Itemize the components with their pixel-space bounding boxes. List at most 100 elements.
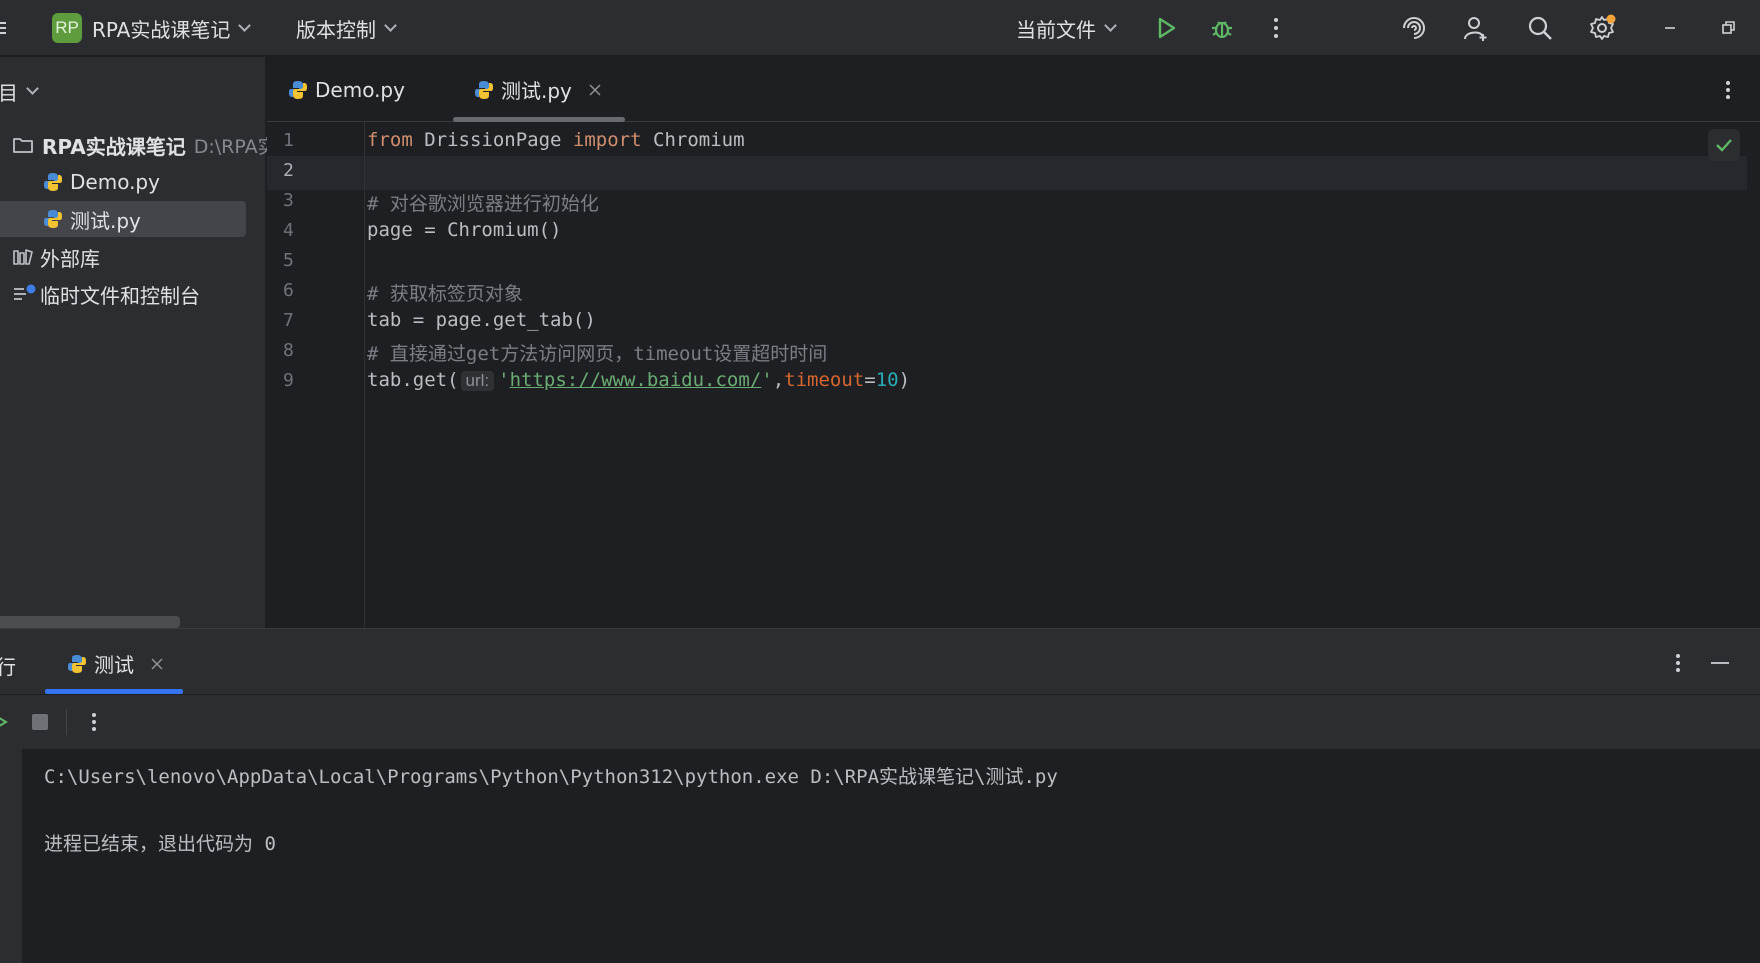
run-icon[interactable] — [1152, 14, 1180, 42]
editor-tab-bar: Demo.py 测试.py — [267, 57, 1760, 122]
current-line-highlight — [267, 156, 1747, 190]
project-root-name: RPA实战课笔记 — [42, 134, 186, 159]
code-comment[interactable]: # 直接通过get方法访问网页，timeout设置超时时间 — [367, 339, 827, 366]
close-icon[interactable] — [588, 83, 602, 97]
hide-panel-icon[interactable] — [1708, 651, 1732, 675]
run-panel-title: 行 — [0, 655, 16, 679]
active-tab-indicator — [453, 117, 625, 122]
external-libs-label: 外部库 — [40, 246, 100, 271]
tree-item-file[interactable]: Demo.py — [42, 164, 160, 200]
editor-area: Demo.py 测试.py 1 2 3 4 5 6 7 8 9 from Dri… — [267, 57, 1760, 628]
paren-close: ) — [898, 369, 911, 391]
code-comment[interactable]: # 获取标签页对象 — [367, 279, 523, 306]
keyword: from — [367, 129, 413, 151]
project-name: RPA实战课笔记 — [92, 17, 231, 42]
code-line[interactable]: from DrissionPage import Chromium — [367, 129, 745, 151]
keyword: import — [572, 129, 642, 151]
chevron-down-icon — [26, 82, 39, 95]
code-with-me-icon[interactable] — [1462, 14, 1490, 42]
code-line[interactable]: page = Chromium() — [367, 219, 561, 241]
debug-icon[interactable] — [1208, 14, 1236, 42]
identifier: Chromium — [641, 129, 745, 151]
tree-item-project-root[interactable]: RPA实战课笔记 D:\RPA实 — [12, 127, 277, 163]
scratches-icon — [14, 284, 36, 300]
python-file-icon — [289, 80, 307, 99]
python-file-icon — [44, 173, 62, 191]
line-number: 2 — [283, 160, 294, 181]
project-panel-title: 目 — [0, 81, 18, 105]
more-vertical-icon[interactable] — [1668, 649, 1688, 677]
run-tab-label: 测试 — [94, 653, 134, 677]
python-file-icon — [44, 210, 62, 228]
rerun-icon[interactable] — [0, 710, 10, 734]
line-number: 8 — [283, 340, 294, 361]
minimize-icon[interactable] — [1656, 14, 1684, 42]
line-number: 5 — [283, 250, 294, 271]
tree-item-external-libraries[interactable]: 外部库 — [12, 239, 100, 275]
run-tab-test[interactable]: 测试 — [66, 649, 164, 678]
project-view-selector[interactable]: 目 — [0, 77, 39, 106]
close-icon[interactable] — [150, 657, 164, 671]
checkmark-icon — [1716, 139, 1732, 152]
active-run-tab-indicator — [45, 689, 183, 694]
horizontal-scrollbar[interactable] — [0, 616, 180, 628]
comma: , — [772, 369, 785, 391]
python-file-icon — [475, 80, 493, 99]
url-link[interactable]: https://www.baidu.com/ — [510, 369, 762, 391]
stop-icon[interactable] — [29, 711, 51, 733]
toolbar-divider — [66, 709, 67, 735]
scratches-label: 临时文件和控制台 — [40, 283, 200, 308]
file-name: Demo.py — [70, 170, 160, 194]
line-number: 4 — [283, 220, 294, 241]
chevron-down-icon — [1104, 18, 1117, 32]
tab-label: Demo.py — [315, 77, 405, 102]
line-number: 3 — [283, 190, 294, 211]
keyword-argument: timeout — [784, 369, 865, 391]
vcs-menu[interactable]: 版本控制 — [296, 0, 397, 56]
file-name: 测试.py — [70, 208, 141, 233]
settings-gear-icon[interactable] — [1588, 14, 1616, 42]
code-line[interactable]: tab.get(url:'https://www.baidu.com/',tim… — [367, 369, 910, 391]
inspection-ok-icon[interactable] — [1708, 129, 1740, 161]
run-panel-header: 行 测试 — [0, 629, 1760, 695]
project-switcher[interactable]: RP RPA实战课笔记 — [52, 0, 252, 56]
more-vertical-icon[interactable] — [1262, 14, 1290, 42]
folder-icon — [13, 138, 33, 153]
run-toolbar — [0, 695, 1760, 749]
number-literal: 10 — [875, 369, 899, 391]
run-tool-window: 行 测试 C:\Users\lenovo\AppData\Local\Progr… — [0, 628, 1760, 963]
ai-assistant-icon[interactable] — [1400, 14, 1428, 42]
title-bar: RP RPA实战课笔记 版本控制 当前文件 — [0, 0, 1760, 56]
main-menu-button[interactable] — [0, 0, 10, 56]
vcs-label: 版本控制 — [296, 17, 376, 42]
console-output[interactable]: C:\Users\lenovo\AppData\Local\Programs\P… — [22, 749, 1760, 963]
console-side-toolbar — [0, 749, 22, 963]
run-config-selector[interactable]: 当前文件 — [1016, 0, 1117, 56]
search-icon[interactable] — [1526, 14, 1554, 42]
string-quote: ' — [498, 369, 510, 391]
python-file-icon — [68, 654, 86, 673]
tab-test-py[interactable]: 测试.py — [473, 57, 602, 122]
console-line: C:\Users\lenovo\AppData\Local\Programs\P… — [44, 766, 1058, 788]
code-line[interactable]: tab = page.get_tab() — [367, 309, 596, 331]
line-number: 6 — [283, 280, 294, 301]
console-line: 进程已结束，退出代码为 0 — [44, 833, 276, 855]
project-tool-window: 目 RPA实战课笔记 D:\RPA实 Demo.py 测试.py 外部库 临时文… — [0, 57, 277, 628]
code-comment[interactable]: # 对谷歌浏览器进行初始化 — [367, 189, 599, 216]
more-vertical-icon[interactable] — [84, 708, 104, 736]
line-number: 1 — [283, 130, 294, 151]
project-badge: RP — [52, 13, 82, 43]
project-root-path: D:\RPA实 — [193, 135, 277, 158]
tab-demo-py[interactable]: Demo.py — [287, 57, 405, 122]
line-number-gutter: 1 2 3 4 5 6 7 8 9 — [267, 122, 365, 628]
chevron-down-icon — [384, 18, 397, 32]
string-quote: ' — [761, 369, 773, 391]
tree-item-scratches[interactable]: 临时文件和控制台 — [12, 276, 200, 312]
more-vertical-icon[interactable] — [1718, 76, 1738, 104]
tree-item-file-selected[interactable]: 测试.py — [0, 201, 246, 237]
restore-window-icon[interactable] — [1714, 14, 1742, 42]
library-icon — [13, 249, 33, 265]
tab-label: 测试.py — [501, 79, 572, 103]
run-config-label: 当前文件 — [1016, 17, 1096, 42]
parameter-hint: url: — [460, 371, 495, 391]
